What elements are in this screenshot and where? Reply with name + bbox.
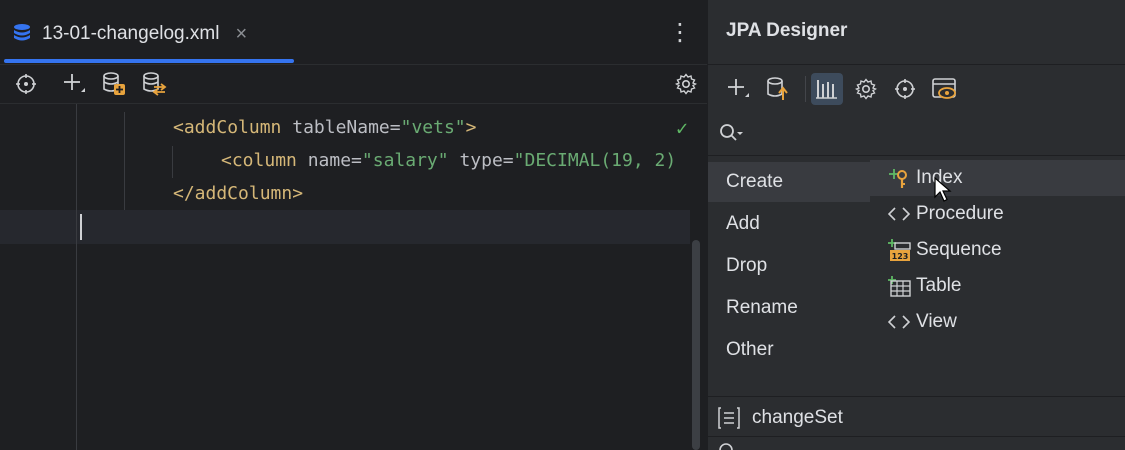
tag-name: addColumn — [183, 117, 282, 138]
tag-name: column — [231, 150, 297, 171]
crosshair-icon — [16, 74, 36, 94]
gutter-divider — [76, 104, 77, 450]
attr-value: "salary" — [361, 150, 449, 171]
divider — [708, 155, 1125, 156]
plus-icon — [728, 79, 749, 97]
search-icon — [720, 124, 743, 141]
locate-button[interactable] — [12, 70, 40, 98]
table-icon-wrap — [884, 275, 914, 297]
code-brackets-icon-wrap — [884, 314, 914, 330]
code-brackets-icon — [888, 315, 910, 329]
submenu-item-view[interactable]: View — [870, 304, 1125, 340]
menu-item-create[interactable]: Create — [708, 162, 870, 202]
divider — [708, 436, 1125, 437]
crosshair-icon — [895, 79, 915, 99]
add-database-button[interactable] — [100, 70, 128, 98]
submenu-label: View — [916, 311, 957, 332]
attr-value: "vets" — [400, 117, 466, 138]
more-options-icon[interactable]: ⋮ — [668, 18, 692, 48]
tag-bracket: < — [173, 117, 184, 138]
editor-tab[interactable]: 13-01-changelog.xml × — [12, 14, 247, 54]
indent-guide — [172, 146, 173, 178]
gear-icon — [855, 78, 877, 100]
sequence-icon-wrap: 123 — [884, 238, 914, 262]
divider — [708, 64, 1125, 65]
search-button[interactable] — [718, 122, 758, 148]
index-key-icon-wrap — [884, 167, 914, 189]
tab-label: 13-01-changelog.xml — [42, 23, 220, 44]
sequence-icon: 123 — [888, 239, 911, 261]
plus-icon — [64, 74, 85, 92]
preview-button[interactable] — [929, 73, 961, 105]
checkmark-icon: ✓ — [676, 116, 689, 140]
db-upload-button[interactable] — [762, 73, 794, 105]
settings-button[interactable] — [850, 73, 882, 105]
code-brackets-icon — [888, 207, 910, 221]
ide-window: 13-01-changelog.xml × ⋮ <addColumn table… — [0, 0, 1125, 450]
editor-toolbar — [0, 65, 707, 104]
code-line-2: <column name="salary" type="DECIMAL(19, … — [221, 146, 676, 176]
window-eye-icon — [932, 78, 956, 99]
diff-database-button[interactable] — [140, 70, 168, 98]
menu-item-rename[interactable]: Rename — [708, 288, 870, 328]
changeset-document-icon — [718, 407, 740, 429]
columns-icon — [816, 80, 837, 99]
submenu-label: Table — [916, 275, 962, 296]
table-icon — [888, 276, 911, 297]
add-button[interactable] — [60, 70, 88, 98]
add-button[interactable] — [722, 73, 754, 105]
attr-value: "DECIMAL(19, 2) — [513, 150, 677, 171]
attr-name: tableName= — [281, 117, 401, 138]
svg-text:123: 123 — [892, 252, 909, 261]
editor-pane: 13-01-changelog.xml × ⋮ <addColumn table… — [0, 0, 707, 450]
mouse-pointer-icon — [934, 177, 952, 202]
submenu-item-table[interactable]: Table — [870, 268, 1125, 304]
attr-name: type= — [448, 150, 514, 171]
submenu-label: Sequence — [916, 239, 1002, 260]
submenu-item-procedure[interactable]: Procedure — [870, 196, 1125, 232]
menu-item-other[interactable]: Other — [708, 330, 870, 370]
submenu-item-sequence[interactable]: 123 Sequence — [870, 232, 1125, 268]
settings-button[interactable] — [672, 70, 700, 98]
search-icon[interactable] — [718, 440, 738, 450]
tag-bracket: < — [221, 150, 232, 171]
changeset-label: changeSet — [752, 407, 843, 428]
database-diff-icon — [143, 72, 167, 96]
current-line-highlight — [0, 210, 690, 244]
code-line-3: </addColumn> — [173, 183, 304, 204]
active-tab-indicator — [4, 59, 294, 63]
code-line-1: <addColumn tableName="vets"> — [173, 113, 476, 143]
database-icon — [14, 24, 30, 41]
locate-button[interactable] — [889, 73, 921, 105]
menu-item-add[interactable]: Add — [708, 204, 870, 244]
menu-item-drop[interactable]: Drop — [708, 246, 870, 286]
close-icon[interactable]: × — [235, 23, 247, 46]
tag-bracket: > — [465, 117, 477, 138]
attr-name: name= — [296, 150, 362, 171]
index-key-icon — [889, 169, 907, 188]
text-caret — [80, 214, 82, 240]
editor-tabbar: 13-01-changelog.xml × ⋮ — [0, 0, 707, 65]
indent-guide — [124, 112, 125, 210]
jpa-designer-panel: JPA Designer Create Add Drop Rename Othe… — [707, 0, 1125, 450]
database-upload-icon — [767, 77, 788, 100]
code-brackets-icon-wrap — [884, 206, 914, 222]
divider — [708, 396, 1125, 397]
submenu-item-index[interactable]: Index — [870, 160, 1125, 196]
changeset-row[interactable]: changeSet — [708, 400, 1125, 436]
database-add-icon — [103, 72, 125, 95]
structure-view-button[interactable] — [811, 73, 843, 105]
code-area[interactable]: <addColumn tableName="vets"> <column nam… — [0, 104, 707, 450]
vertical-scrollbar[interactable] — [692, 240, 700, 450]
submenu-label: Procedure — [916, 203, 1004, 224]
toolbar-divider — [805, 76, 806, 102]
panel-title: JPA Designer — [726, 20, 848, 41]
gear-icon — [675, 73, 697, 95]
